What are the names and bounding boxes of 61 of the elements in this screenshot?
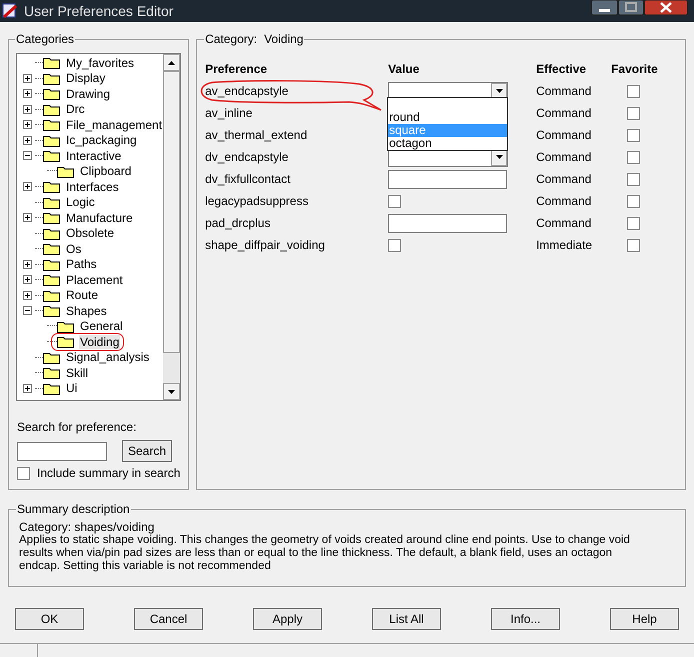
tree-item[interactable]: Voiding [79,334,120,349]
list-option[interactable]: octagon [388,137,508,150]
window-title: User Preferences Editor [24,2,174,20]
dialog-button[interactable]: Help [610,608,679,630]
tree-item[interactable]: Clipboard [79,164,132,178]
preference-name: shape_diffpair_voiding [205,237,325,254]
effective-value: Command [536,193,592,210]
dialog-button[interactable]: List All [372,608,441,630]
tree-item[interactable]: General [79,319,124,334]
tree-item[interactable]: My_favorites [65,56,136,70]
search-button[interactable]: Search [122,440,172,462]
tree-item[interactable]: Shapes [65,304,108,318]
category-name: Voiding [264,31,304,48]
tree-item[interactable]: Placement [65,272,124,287]
checkbox-label: Include summary in search [37,465,180,482]
effective-value: Command [536,215,592,232]
tree-item[interactable]: Skill [65,366,90,380]
column-header: Preference [205,61,268,78]
tree-item[interactable]: Ui [65,381,78,396]
preference-name: legacypadsuppress [205,193,308,210]
list-option[interactable]: round [388,111,508,124]
preference-name: av_endcapstyle [205,83,288,100]
effective-value: Command [536,149,592,166]
dialog-button[interactable]: OK [15,608,84,630]
column-header: Favorite [611,61,659,78]
preference-name: pad_drcplus [205,215,270,232]
effective-value: Command [536,83,592,100]
column-header: Effective [536,61,588,78]
tree-item[interactable]: Route [65,288,100,302]
effective-value: Command [536,127,592,144]
dialog-button[interactable]: Cancel [134,608,203,630]
group-title: Summary description [16,501,131,518]
tree-item[interactable]: Paths [65,257,98,272]
preference-name: av_thermal_extend [205,127,308,144]
tree-item[interactable]: Os [65,242,82,256]
tree-item[interactable]: Obsolete [65,226,116,240]
effective-value: Command [536,171,592,188]
preference-name: dv_endcapstyle [205,149,288,166]
group-title: Categories [15,31,76,48]
preference-name: av_inline [205,105,252,122]
column-header: Value [388,61,420,78]
tree-item[interactable]: Signal_analysis [65,350,150,364]
summary-category: Category: shapes/voiding [19,521,156,534]
tree-item[interactable]: Interactive [65,148,122,163]
dropdown-list[interactable]: round square octagon [387,97,508,151]
tree-item[interactable]: Drawing [65,86,112,101]
dialog-button[interactable]: Info... [491,608,560,630]
group-title: Category: [205,31,258,48]
effective-value: Immediate [536,237,592,254]
preference-name: dv_fixfullcontact [205,171,290,188]
tree-item[interactable]: Drc [65,102,86,116]
tree-item[interactable]: Interfaces [65,180,120,194]
tree-item[interactable]: File_management [65,118,164,132]
dialog-button[interactable]: Apply [253,608,322,630]
tree-item[interactable]: Logic [65,195,96,210]
summary-text: Applies to static shape voiding. This changes the geometry of voids created around cline end points. Use to change void results when via/pin pad sizes are less than or equal to the line thickness. The default, a blank field, uses an octagon endcap. Setting this variable is not recommended [19,534,631,573]
tree-item[interactable]: Display [65,71,106,86]
effective-value: Command [536,105,592,122]
tree-item[interactable]: Ic_packaging [65,133,138,148]
field-label: Search for preference: [17,419,138,436]
tree-item[interactable]: Manufacture [65,210,134,225]
